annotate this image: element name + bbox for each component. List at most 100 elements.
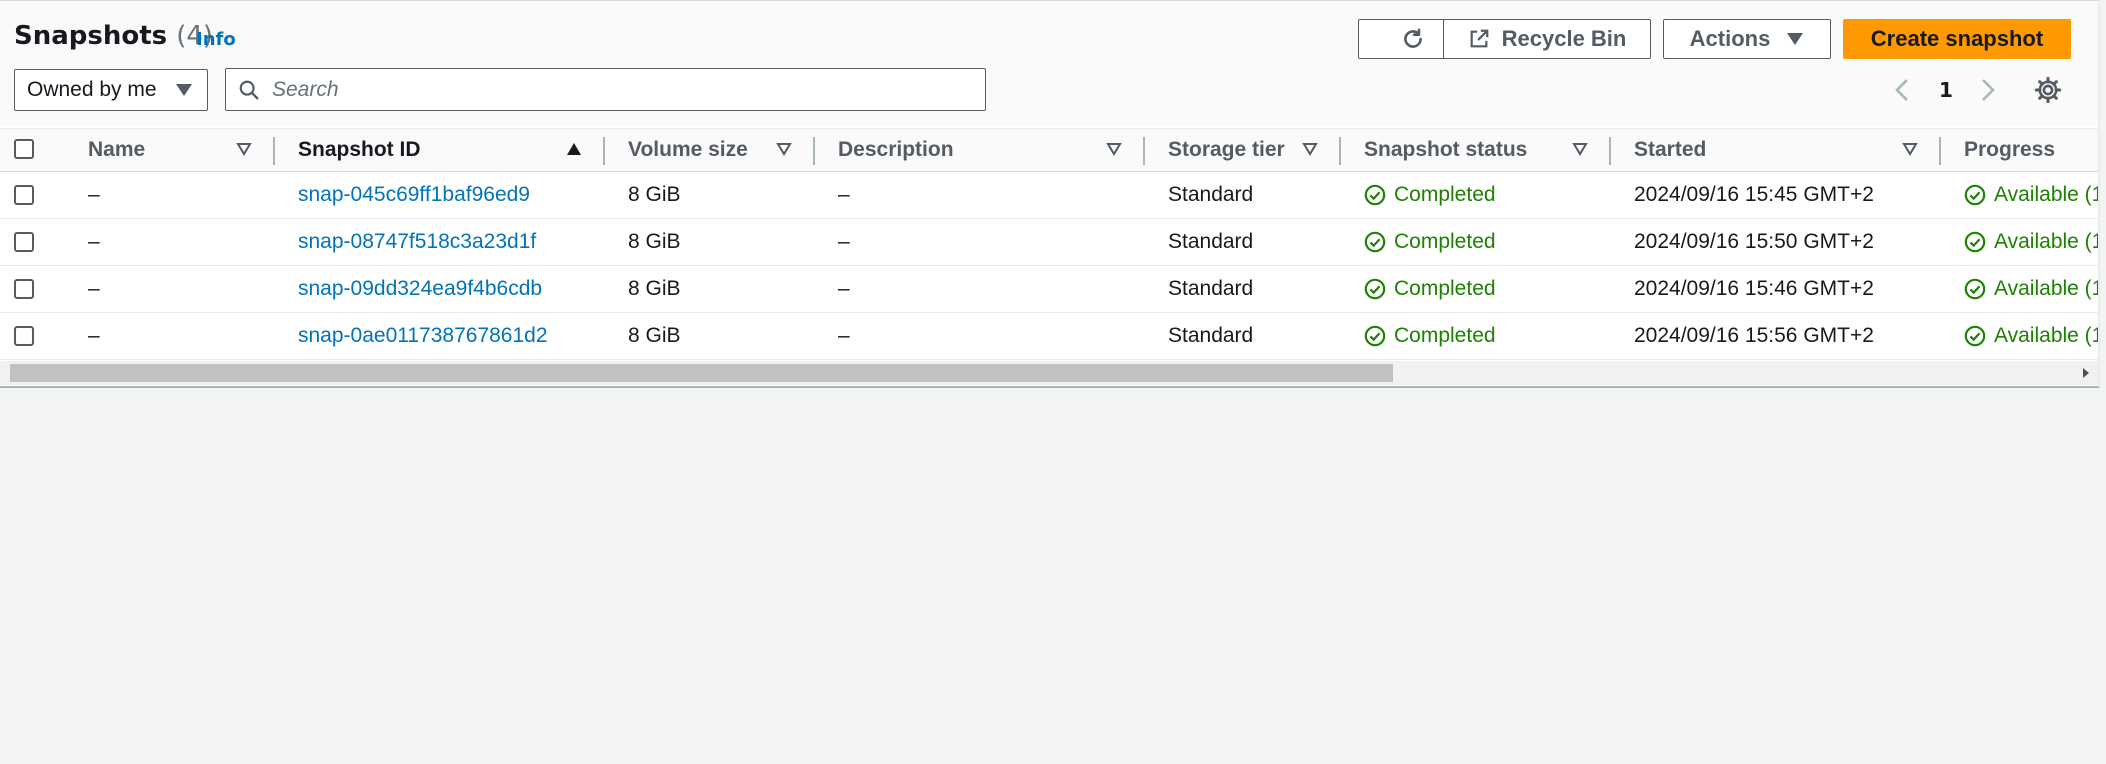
- status-text: Completed: [1394, 230, 1496, 253]
- info-link[interactable]: Info: [196, 29, 236, 50]
- cell-progress: Available (1: [1964, 266, 2098, 312]
- sort-icon[interactable]: [236, 142, 252, 156]
- owner-filter-value: Owned by me: [27, 78, 157, 101]
- sort-icon[interactable]: [1106, 142, 1122, 156]
- actions-dropdown-button[interactable]: Actions: [1663, 19, 1831, 59]
- column-resizer[interactable]: [1143, 137, 1145, 165]
- column-header-snapshot-status[interactable]: Snapshot status: [1364, 129, 1527, 171]
- cell-storage-tier: Standard: [1168, 324, 1254, 347]
- cell-snapshot-status: Completed: [1364, 266, 1496, 312]
- status-text: Completed: [1394, 277, 1496, 300]
- cell-progress: Available (1: [1964, 219, 2100, 265]
- next-page-button[interactable]: [1978, 73, 1998, 107]
- status-text: Completed: [1394, 183, 1496, 206]
- sort-ascending-icon[interactable]: [566, 142, 582, 156]
- actions-label: Actions: [1689, 26, 1771, 51]
- external-link-icon: [1470, 29, 1488, 48]
- recycle-bin-label: Recycle Bin: [1501, 26, 1627, 51]
- cell-storage-tier: Standard: [1168, 277, 1254, 300]
- column-header-started[interactable]: Started: [1634, 129, 1706, 171]
- column-resizer[interactable]: [1339, 137, 1341, 165]
- previous-page-button[interactable]: [1892, 73, 1912, 107]
- cell-started: 2024/09/16 15:45 GMT+2: [1634, 183, 1874, 206]
- cell-name: –: [88, 324, 100, 347]
- search-input[interactable]: [270, 76, 985, 103]
- column-resizer[interactable]: [273, 137, 275, 165]
- progress-text: Available (1: [1994, 183, 2100, 206]
- cell-snapshot-id-link[interactable]: snap-045c69ff1baf96ed9: [298, 172, 530, 218]
- column-resizer[interactable]: [1939, 137, 1941, 165]
- cell-name: –: [88, 183, 100, 206]
- cell-snapshot-id-link[interactable]: snap-09dd324ea9f4b6cdb: [298, 266, 542, 312]
- refresh-icon: [1404, 28, 1422, 48]
- progress-text: Available (1: [1994, 230, 2100, 253]
- row-checkbox[interactable]: [14, 185, 34, 205]
- cell-snapshot-id-link[interactable]: snap-08747f518c3a23d1f: [298, 219, 536, 265]
- sort-icon[interactable]: [1302, 142, 1318, 156]
- column-header-name[interactable]: Name: [88, 129, 145, 171]
- caret-down-icon: [176, 84, 192, 96]
- cell-snapshot-status: Completed: [1364, 219, 1496, 265]
- select-all-checkbox[interactable]: [14, 139, 34, 159]
- column-resizer[interactable]: [603, 137, 605, 165]
- column-resizer[interactable]: [813, 137, 815, 165]
- recycle-bin-button[interactable]: Recycle Bin: [1443, 19, 1651, 59]
- cell-volume-size: 8 GiB: [628, 324, 681, 347]
- row-checkbox[interactable]: [14, 326, 34, 346]
- cell-description: –: [838, 230, 850, 253]
- cell-storage-tier: Standard: [1168, 230, 1254, 253]
- cell-description: –: [838, 183, 850, 206]
- check-circle-icon: [1364, 184, 1386, 206]
- cell-volume-size: 8 GiB: [628, 277, 681, 300]
- chevron-left-icon: [1895, 79, 1908, 101]
- cell-name: –: [88, 277, 100, 300]
- cell-started: 2024/09/16 15:56 GMT+2: [1634, 324, 1874, 347]
- table-row[interactable]: – snap-045c69ff1baf96ed9 8 GiB – Standar…: [0, 172, 2098, 219]
- column-resizer[interactable]: [1609, 137, 1611, 165]
- check-circle-icon: [1964, 184, 1986, 206]
- check-circle-icon: [1964, 231, 1986, 253]
- owner-filter-select[interactable]: Owned by me: [14, 69, 208, 111]
- snapshots-panel: Snapshots (4) Info Recycle Bin Actions C…: [0, 0, 2100, 388]
- scroll-right-arrow-icon[interactable]: [2082, 368, 2090, 378]
- status-text: Completed: [1394, 324, 1496, 347]
- cell-progress: Available (1: [1964, 313, 2098, 359]
- table-row[interactable]: – snap-08747f518c3a23d1f 8 GiB – Standar…: [0, 219, 2098, 266]
- row-checkbox[interactable]: [14, 279, 34, 299]
- caret-down-icon: [1787, 33, 1804, 45]
- table-row[interactable]: – snap-09dd324ea9f4b6cdb 8 GiB – Standar…: [0, 266, 2098, 313]
- table-preferences-button[interactable]: [2034, 73, 2062, 107]
- sort-icon[interactable]: [1572, 142, 1588, 156]
- cell-started: 2024/09/16 15:46 GMT+2: [1634, 277, 1874, 300]
- scrollbar-thumb[interactable]: [10, 364, 1393, 382]
- sort-icon[interactable]: [1902, 142, 1918, 156]
- cell-volume-size: 8 GiB: [628, 230, 681, 253]
- cell-volume-size: 8 GiB: [628, 183, 681, 206]
- cell-name: –: [88, 230, 100, 253]
- cell-started: 2024/09/16 15:50 GMT+2: [1634, 230, 1874, 253]
- column-header-volume-size[interactable]: Volume size: [628, 129, 748, 171]
- chevron-right-icon: [1982, 79, 1995, 101]
- search-icon: [238, 79, 260, 101]
- table-header: Name Snapshot ID Volume size Description…: [0, 128, 2098, 172]
- row-checkbox[interactable]: [14, 232, 34, 252]
- current-page-number[interactable]: 1: [1939, 73, 1953, 107]
- horizontal-scrollbar[interactable]: [0, 361, 2098, 385]
- column-header-snapshot-id[interactable]: Snapshot ID: [298, 129, 421, 171]
- check-circle-icon: [1964, 278, 1986, 300]
- cell-storage-tier: Standard: [1168, 183, 1254, 206]
- cell-snapshot-id-link[interactable]: snap-0ae011738767861d2: [298, 313, 548, 359]
- table-row[interactable]: – snap-0ae011738767861d2 8 GiB – Standar…: [0, 313, 2098, 360]
- search-field[interactable]: [225, 68, 986, 111]
- page-title-text: Snapshots: [14, 21, 168, 51]
- sort-icon[interactable]: [776, 142, 792, 156]
- create-snapshot-button[interactable]: Create snapshot: [1843, 19, 2071, 59]
- column-header-description[interactable]: Description: [838, 129, 954, 171]
- cell-progress: Available (1: [1964, 172, 2100, 218]
- check-circle-icon: [1364, 278, 1386, 300]
- cell-description: –: [838, 277, 850, 300]
- check-circle-icon: [1364, 325, 1386, 347]
- column-header-progress[interactable]: Progress: [1964, 129, 2055, 171]
- column-header-storage-tier[interactable]: Storage tier: [1168, 129, 1285, 171]
- check-circle-icon: [1364, 231, 1386, 253]
